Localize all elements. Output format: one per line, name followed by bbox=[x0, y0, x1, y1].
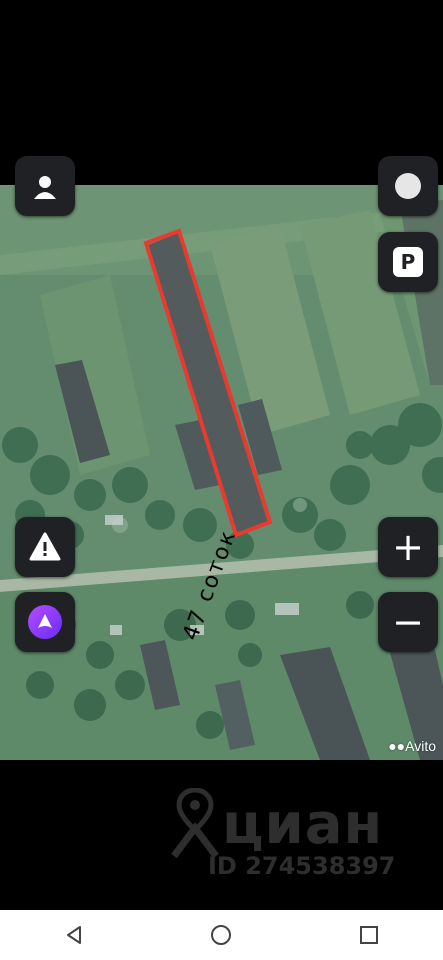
cian-watermark-area: циан ID 274538397 bbox=[0, 760, 443, 910]
location-button[interactable] bbox=[378, 156, 438, 216]
satellite-map[interactable]: 47 соток ●●Avito bbox=[0, 185, 443, 760]
listing-id: ID 274538397 bbox=[208, 852, 396, 880]
parking-label: P bbox=[393, 247, 423, 277]
system-navigation-bar bbox=[0, 910, 443, 960]
circle-icon bbox=[395, 173, 421, 199]
alice-icon bbox=[28, 605, 62, 639]
warning-icon bbox=[29, 532, 61, 561]
avito-logo-icon: ●● bbox=[388, 738, 406, 754]
satellite-image bbox=[0, 185, 443, 760]
zoom-out-button[interactable]: − bbox=[378, 592, 438, 652]
parking-button[interactable]: P bbox=[378, 232, 438, 292]
avito-watermark: ●●Avito bbox=[388, 738, 436, 754]
recents-square-icon bbox=[360, 926, 379, 944]
profile-button[interactable] bbox=[15, 156, 75, 216]
recents-button[interactable] bbox=[349, 915, 389, 955]
zoom-in-button[interactable]: + bbox=[378, 517, 438, 577]
back-triangle-icon bbox=[66, 926, 81, 944]
person-icon bbox=[34, 176, 56, 199]
cian-brand-text: циан bbox=[222, 792, 384, 857]
zoom-in-label: + bbox=[392, 525, 424, 569]
home-button[interactable] bbox=[201, 915, 241, 955]
zoom-out-label: − bbox=[392, 600, 424, 644]
cian-logo-icon bbox=[171, 788, 219, 858]
road-events-button[interactable] bbox=[15, 517, 75, 577]
back-button[interactable] bbox=[54, 915, 94, 955]
alice-assistant-button[interactable] bbox=[15, 592, 75, 652]
home-circle-icon bbox=[211, 925, 232, 945]
